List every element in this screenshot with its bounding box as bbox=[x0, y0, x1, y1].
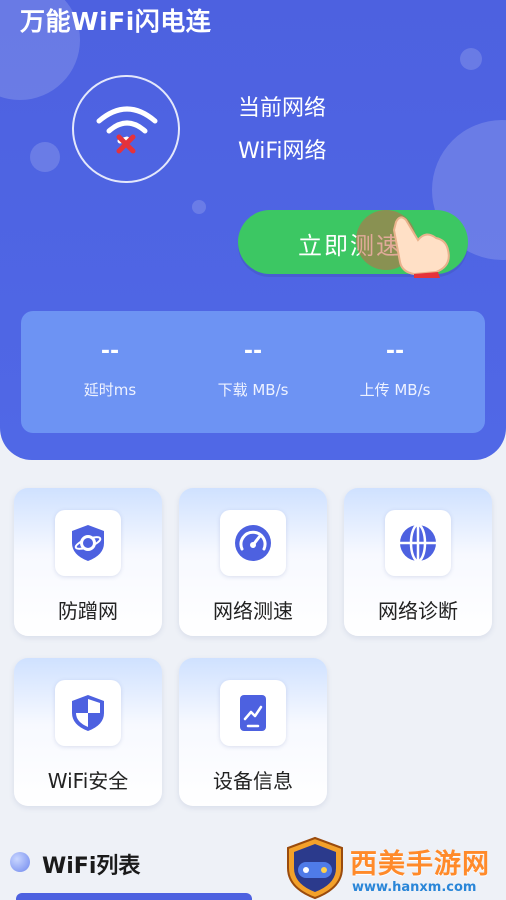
shield-planet-icon bbox=[72, 525, 104, 561]
gamepad-shield-logo bbox=[287, 836, 343, 900]
decor-bubble bbox=[30, 142, 60, 172]
tile-device-info[interactable]: 设备信息 bbox=[179, 658, 327, 806]
security-shield-icon bbox=[72, 695, 104, 731]
current-network-name: WiFi网络 bbox=[238, 139, 327, 164]
pointing-hand-icon bbox=[356, 210, 450, 278]
speed-stats-panel: -- 延时ms -- 下载 MB/s -- 上传 MB/s bbox=[21, 311, 485, 433]
stat-latency: -- 延时ms bbox=[40, 339, 180, 400]
speed-test-button[interactable]: 立即测速 bbox=[238, 210, 468, 278]
tile-icon-box bbox=[55, 680, 121, 746]
tile-wifi-security[interactable]: WiFi安全 bbox=[14, 658, 162, 806]
stat-download: -- 下载 MB/s bbox=[183, 339, 323, 400]
watermark-url: www.hanxm.com bbox=[352, 880, 477, 895]
decor-bubble bbox=[460, 48, 482, 70]
watermark-brand: 西美手游网 bbox=[350, 849, 490, 880]
stat-value: -- bbox=[385, 339, 405, 364]
tile-icon-box bbox=[220, 510, 286, 576]
app-title: 万能WiFi闪电连 bbox=[20, 7, 212, 36]
stat-label: 下载 MB/s bbox=[217, 381, 289, 399]
tile-anti-freeload[interactable]: 防蹭网 bbox=[14, 488, 162, 636]
current-network-label: 当前网络 bbox=[238, 96, 327, 121]
globe-icon bbox=[400, 523, 436, 563]
stat-value: -- bbox=[243, 339, 263, 364]
tile-network-diagnosis[interactable]: 网络诊断 bbox=[344, 488, 492, 636]
site-watermark: 西美手游网 www.hanxm.com bbox=[282, 836, 502, 900]
wifi-status-indicator bbox=[72, 75, 180, 183]
device-chart-icon bbox=[240, 695, 266, 731]
stat-value: -- bbox=[100, 339, 120, 364]
speedometer-icon bbox=[235, 525, 271, 561]
tile-label: 设备信息 bbox=[213, 769, 293, 793]
tile-icon-box bbox=[385, 510, 451, 576]
wifi-list-card[interactable] bbox=[16, 893, 252, 900]
stat-label: 上传 MB/s bbox=[359, 381, 431, 399]
tile-label: 防蹭网 bbox=[58, 599, 118, 623]
hero-header: 万能WiFi闪电连 当前网络 WiFi网络 立即测速 -- 延时ms -- 下载… bbox=[0, 0, 506, 460]
tile-speed-test[interactable]: 网络测速 bbox=[179, 488, 327, 636]
tile-label: 网络诊断 bbox=[378, 599, 458, 623]
decor-bubble bbox=[192, 200, 206, 214]
tile-label: 网络测速 bbox=[213, 599, 293, 623]
section-bullet-icon bbox=[10, 852, 30, 872]
tile-icon-box bbox=[220, 680, 286, 746]
wifi-disconnected-icon bbox=[96, 106, 158, 154]
wifi-list-title: WiFi列表 bbox=[42, 854, 141, 879]
stat-upload: -- 上传 MB/s bbox=[325, 339, 465, 400]
tile-label: WiFi安全 bbox=[47, 769, 129, 793]
tile-icon-box bbox=[55, 510, 121, 576]
stat-label: 延时ms bbox=[83, 381, 137, 399]
